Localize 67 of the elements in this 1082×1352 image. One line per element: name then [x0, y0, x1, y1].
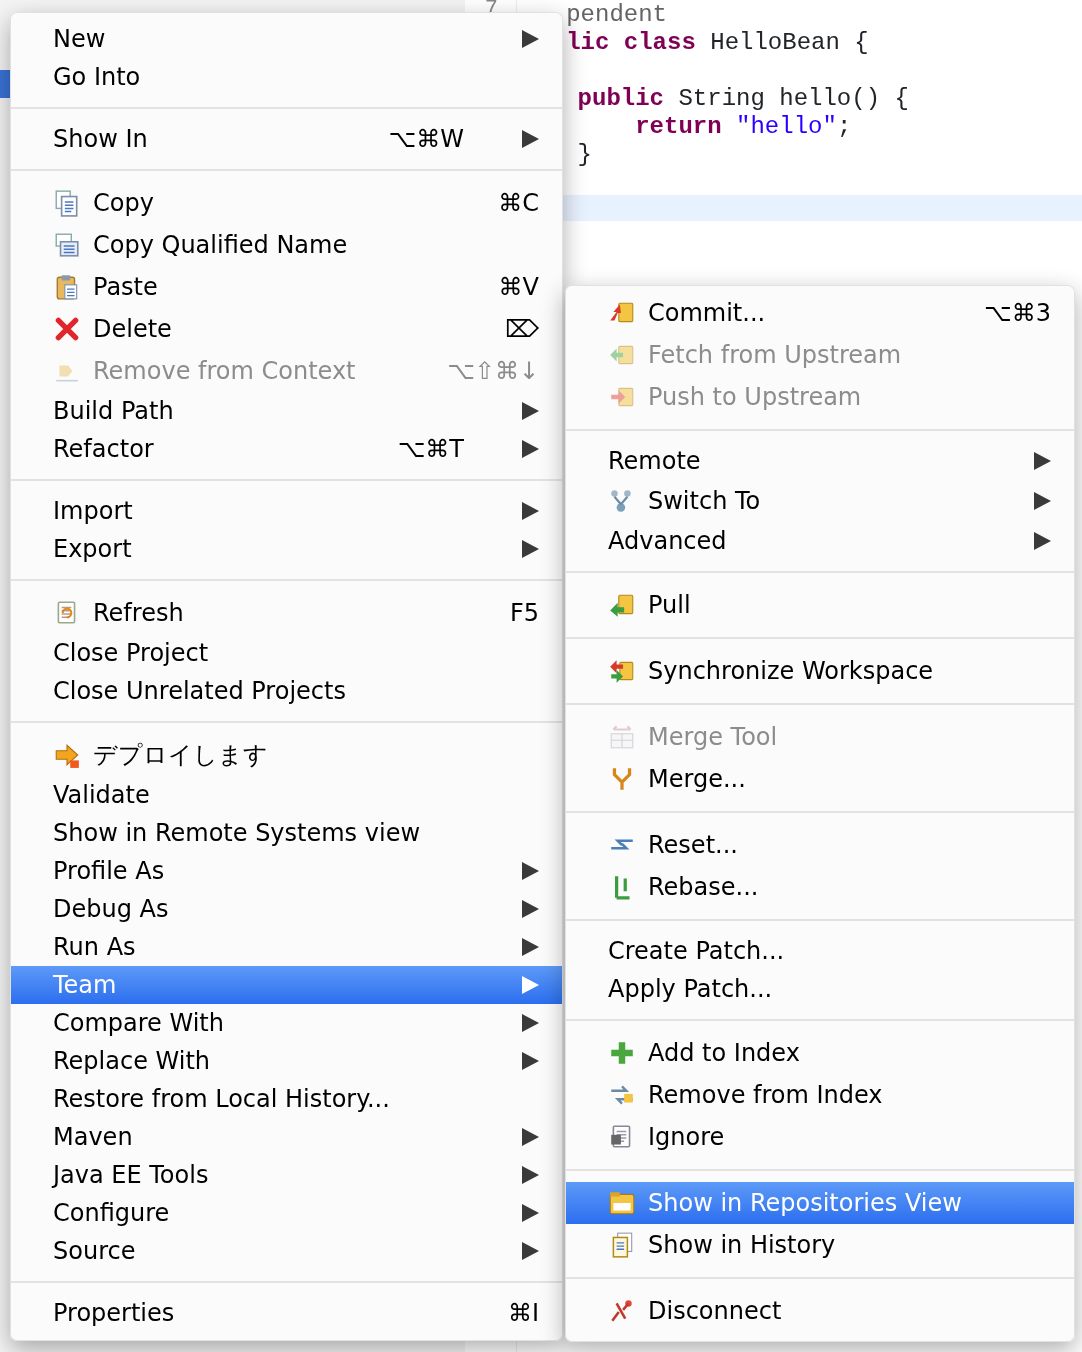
- code-line: lic class HelloBean {: [566, 29, 869, 56]
- menu-item[interactable]: Pull: [566, 584, 1074, 626]
- shortcut-label: ⌦: [505, 314, 539, 345]
- code-line: public String hello() {: [577, 85, 909, 112]
- menu-item[interactable]: Profile As: [11, 852, 562, 890]
- menu-item[interactable]: Source: [11, 1232, 562, 1270]
- shortcut-label: F5: [509, 598, 539, 629]
- box-arrows-icon: [608, 657, 636, 685]
- arrow-icon: [53, 741, 81, 769]
- menu-item[interactable]: Configure: [11, 1194, 562, 1232]
- menu-item[interactable]: Show in Repositories View: [566, 1182, 1074, 1224]
- menu-item[interactable]: Reset...: [566, 824, 1074, 866]
- menu-item[interactable]: Ignore: [566, 1116, 1074, 1158]
- menu-item[interactable]: Show In ⌥⌘W: [11, 120, 562, 158]
- menu-item[interactable]: Properties ⌘I: [11, 1294, 562, 1332]
- menu-item[interactable]: Rebase...: [566, 866, 1074, 908]
- copy-pages-icon: [53, 189, 81, 217]
- menu-item[interactable]: Debug As: [11, 890, 562, 928]
- menu-item[interactable]: New: [11, 20, 562, 58]
- shortcut-label: ⌘V: [498, 272, 539, 303]
- menu-item[interactable]: Show in Remote Systems view: [11, 814, 562, 852]
- menu-item[interactable]: Refresh F5: [11, 592, 562, 634]
- menu-item[interactable]: Apply Patch...: [566, 970, 1074, 1008]
- menu-item[interactable]: Copy Qualified Name: [11, 224, 562, 266]
- shortcut-label: ⌥⇧⌘↓: [447, 356, 539, 387]
- folder-icon: [608, 1189, 636, 1217]
- menu-item[interactable]: Add to Index: [566, 1032, 1074, 1074]
- menu-item[interactable]: Replace With: [11, 1042, 562, 1080]
- menu-item[interactable]: Refactor ⌥⌘T: [11, 430, 562, 468]
- code-line: pendent: [566, 1, 668, 28]
- copy-pages-icon: [53, 231, 81, 259]
- menu-item[interactable]: デプロイします: [11, 734, 562, 776]
- menu-item[interactable]: Validate: [11, 776, 562, 814]
- menu-item[interactable]: Disconnect: [566, 1290, 1074, 1332]
- menu-item[interactable]: Close Project: [11, 634, 562, 672]
- cross-icon: [53, 315, 81, 343]
- menu-item[interactable]: Create Patch...: [566, 932, 1074, 970]
- shortcut-label: ⌥⌘3: [984, 298, 1051, 329]
- menu-item[interactable]: Advanced: [566, 522, 1074, 560]
- menu-item[interactable]: Close Unrelated Projects: [11, 672, 562, 710]
- shortcut-label: ⌘I: [507, 1298, 539, 1329]
- menu-item[interactable]: Show in History: [566, 1224, 1074, 1266]
- menu-item[interactable]: Compare With: [11, 1004, 562, 1042]
- menu-item[interactable]: Remove from Index: [566, 1074, 1074, 1116]
- menu-item[interactable]: Maven: [11, 1118, 562, 1156]
- menu-item[interactable]: Switch To: [566, 480, 1074, 522]
- menu-item[interactable]: Import: [11, 492, 562, 530]
- code-line: }: [577, 141, 592, 168]
- menu-item[interactable]: Delete ⌦: [11, 308, 562, 350]
- menu-item[interactable]: Synchronize Workspace: [566, 650, 1074, 692]
- grid-icon: [608, 723, 636, 751]
- menu-item[interactable]: Restore from Local History...: [11, 1080, 562, 1118]
- menu-item[interactable]: Remote: [566, 442, 1074, 480]
- menu-item[interactable]: Team: [11, 966, 562, 1004]
- shortcut-label: ⌥⌘W: [388, 124, 464, 155]
- menu-item[interactable]: Java EE Tools: [11, 1156, 562, 1194]
- menu-item[interactable]: Build Path: [11, 392, 562, 430]
- plus-icon: [608, 1039, 636, 1067]
- menu-item[interactable]: Merge...: [566, 758, 1074, 800]
- menu-item[interactable]: Paste ⌘V: [11, 266, 562, 308]
- menu-item[interactable]: Commit... ⌥⌘3: [566, 292, 1074, 334]
- code-line: return "hello";: [635, 113, 852, 140]
- shortcut-label: ⌘C: [498, 188, 539, 219]
- shortcut-label: ⌥⌘T: [397, 434, 464, 465]
- menu-item[interactable]: Go Into: [11, 58, 562, 96]
- menu-item[interactable]: Export: [11, 530, 562, 568]
- menu-item[interactable]: Copy ⌘C: [11, 182, 562, 224]
